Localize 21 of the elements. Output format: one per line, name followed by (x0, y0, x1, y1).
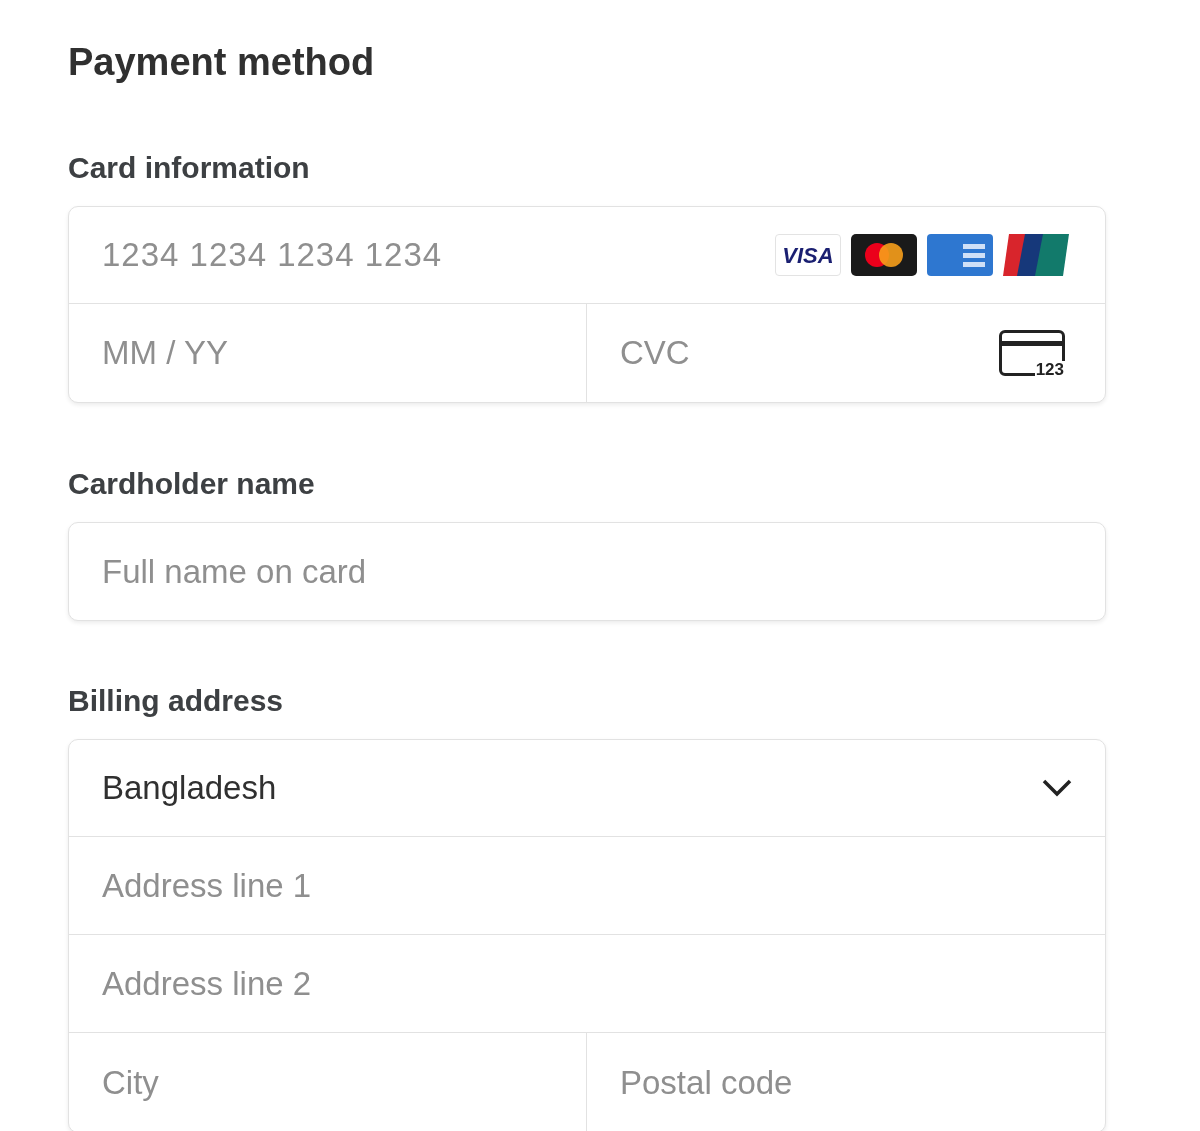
section-title: Payment method (68, 40, 376, 85)
cvc-field[interactable]: CVC (587, 304, 999, 402)
address-line-1-field[interactable]: Address line 1 (69, 837, 1105, 934)
amex-logo (927, 234, 993, 276)
cardholder-name-field[interactable]: Full name on card (68, 522, 1106, 621)
card-number-field[interactable]: 1234 1234 1234 1234 (69, 207, 775, 303)
expiry-field[interactable]: MM / YY (69, 304, 586, 402)
visa-logo: VISA (775, 234, 841, 276)
field-label: Card information (68, 150, 311, 186)
country-select[interactable]: Bangladesh (69, 740, 1105, 837)
card-details-field[interactable]: 1234 1234 1234 1234 VISA MM / YY CVC 123 (68, 206, 1106, 403)
city-field[interactable]: City (69, 1033, 586, 1131)
card-cvc-icon: 123 (999, 330, 1065, 376)
mastercard-logo (851, 234, 917, 276)
field-label: Cardholder name (68, 466, 316, 502)
unionpay-logo (1003, 234, 1069, 276)
chevron-down-icon (1041, 778, 1073, 798)
address-line-2-field[interactable]: Address line 2 (69, 935, 1105, 1032)
postal-code-field[interactable]: Postal code (587, 1033, 1105, 1131)
billing-address-field[interactable]: Bangladesh Address line 1 Address line 2 City Postal code (68, 739, 1106, 1131)
field-label: Billing address (68, 683, 285, 719)
